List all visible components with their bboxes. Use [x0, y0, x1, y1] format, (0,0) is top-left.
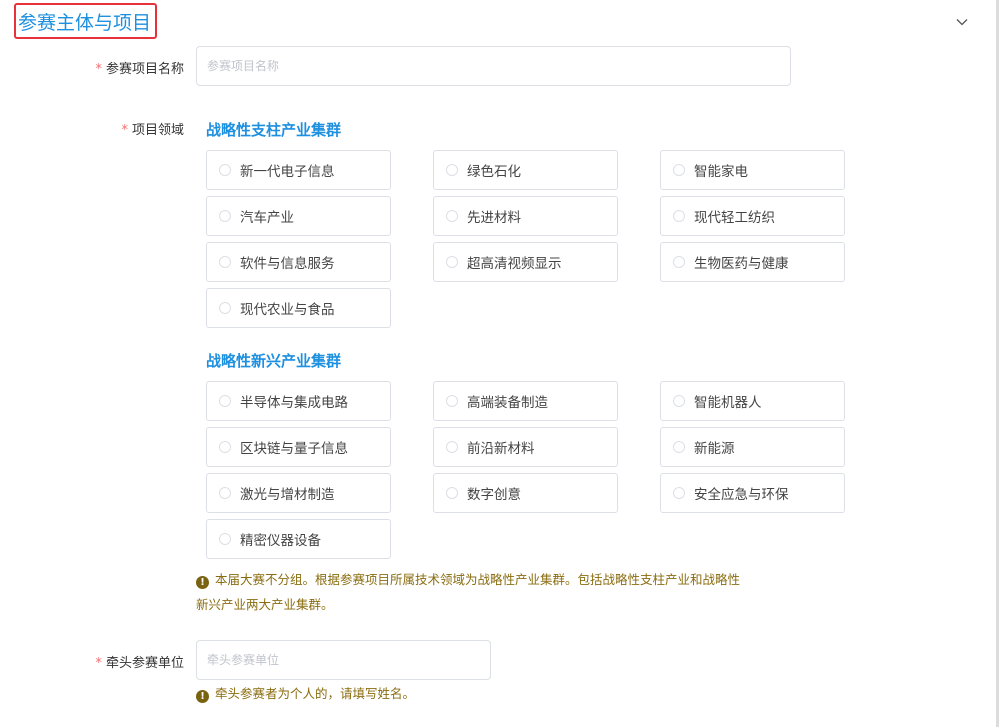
field-option[interactable]: 智能机器人	[660, 381, 845, 421]
field-notice: ! 本届大赛不分组。根据参赛项目所属技术领域为战略性产业集群。包括战略性支柱产业和…	[196, 572, 741, 612]
field-option[interactable]: 超高清视频显示	[433, 242, 618, 282]
field-option[interactable]: 精密仪器设备	[206, 519, 391, 559]
radio-circle-icon	[673, 164, 685, 176]
project-field-label: * 项目领域	[121, 123, 184, 138]
radio-circle-icon	[219, 256, 231, 268]
field-option[interactable]: 区块链与量子信息	[206, 427, 391, 467]
field-option[interactable]: 新能源	[660, 427, 845, 467]
group-title-emerging: 战略性新兴产业集群	[206, 352, 342, 370]
radio-circle-icon	[219, 395, 231, 407]
radio-circle-icon	[673, 210, 685, 222]
field-option[interactable]: 软件与信息服务	[206, 242, 391, 282]
field-option[interactable]: 安全应急与环保	[660, 473, 845, 513]
chevron-down-icon[interactable]	[952, 12, 972, 32]
radio-circle-icon	[219, 487, 231, 499]
field-option[interactable]: 先进材料	[433, 196, 618, 236]
field-option[interactable]: 激光与增材制造	[206, 473, 391, 513]
lead-unit-input[interactable]	[196, 640, 491, 680]
field-option[interactable]: 汽车产业	[206, 196, 391, 236]
radio-circle-icon	[446, 256, 458, 268]
section-title: 参赛主体与项目	[14, 3, 157, 39]
warning-icon: !	[196, 690, 209, 703]
group-title-pillar: 战略性支柱产业集群	[206, 121, 342, 139]
radio-circle-icon	[446, 395, 458, 407]
field-option[interactable]: 前沿新材料	[433, 427, 618, 467]
radio-circle-icon	[446, 164, 458, 176]
radio-circle-icon	[673, 441, 685, 453]
field-option[interactable]: 绿色石化	[433, 150, 618, 190]
radio-circle-icon	[219, 210, 231, 222]
radio-circle-icon	[673, 487, 685, 499]
lead-unit-label: * 牵头参赛单位	[95, 656, 184, 671]
radio-circle-icon	[446, 487, 458, 499]
project-name-input[interactable]	[196, 46, 791, 86]
radio-circle-icon	[673, 395, 685, 407]
lead-unit-notice: ! 牵头参赛者为个人的，请填写姓名。	[196, 683, 816, 705]
radio-circle-icon	[219, 441, 231, 453]
field-option[interactable]: 新一代电子信息	[206, 150, 391, 190]
warning-icon: !	[196, 576, 209, 589]
radio-circle-icon	[673, 256, 685, 268]
radio-circle-icon	[219, 533, 231, 545]
field-option[interactable]: 现代轻工纺织	[660, 196, 845, 236]
field-option[interactable]: 生物医药与健康	[660, 242, 845, 282]
radio-circle-icon	[446, 441, 458, 453]
radio-circle-icon	[219, 164, 231, 176]
field-option[interactable]: 智能家电	[660, 150, 845, 190]
project-name-label: * 参赛项目名称	[95, 62, 184, 77]
radio-circle-icon	[219, 302, 231, 314]
field-option[interactable]: 数字创意	[433, 473, 618, 513]
field-option[interactable]: 现代农业与食品	[206, 288, 391, 328]
radio-circle-icon	[446, 210, 458, 222]
field-option[interactable]: 半导体与集成电路	[206, 381, 391, 421]
field-option[interactable]: 高端装备制造	[433, 381, 618, 421]
